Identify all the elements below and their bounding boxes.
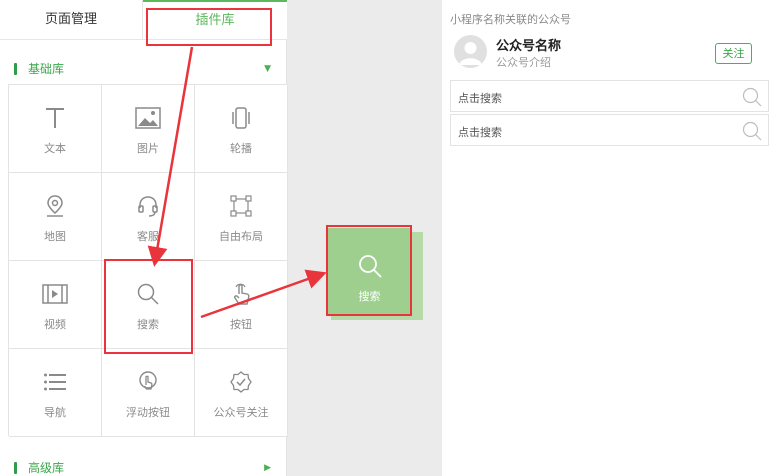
phone-preview: 小程序名称关联的公众号 公众号名称 公众号介绍 关注 点击搜索 点击搜索	[442, 0, 775, 476]
search-icon	[742, 121, 762, 144]
follow-button[interactable]: 关注	[715, 43, 752, 64]
search-icon	[742, 87, 762, 110]
search-bar[interactable]: 点击搜索	[450, 80, 769, 112]
preview-section-title: 小程序名称关联的公众号	[450, 13, 571, 26]
avatar	[454, 35, 487, 68]
account-desc: 公众号介绍	[496, 56, 551, 69]
search-bar-text: 点击搜索	[458, 126, 502, 139]
search-bar[interactable]: 点击搜索	[450, 114, 769, 146]
arrow-search-to-drag	[200, 269, 327, 319]
search-bar-text: 点击搜索	[458, 92, 502, 105]
arrow-tab-to-search	[147, 46, 194, 267]
account-name: 公众号名称	[496, 39, 562, 54]
